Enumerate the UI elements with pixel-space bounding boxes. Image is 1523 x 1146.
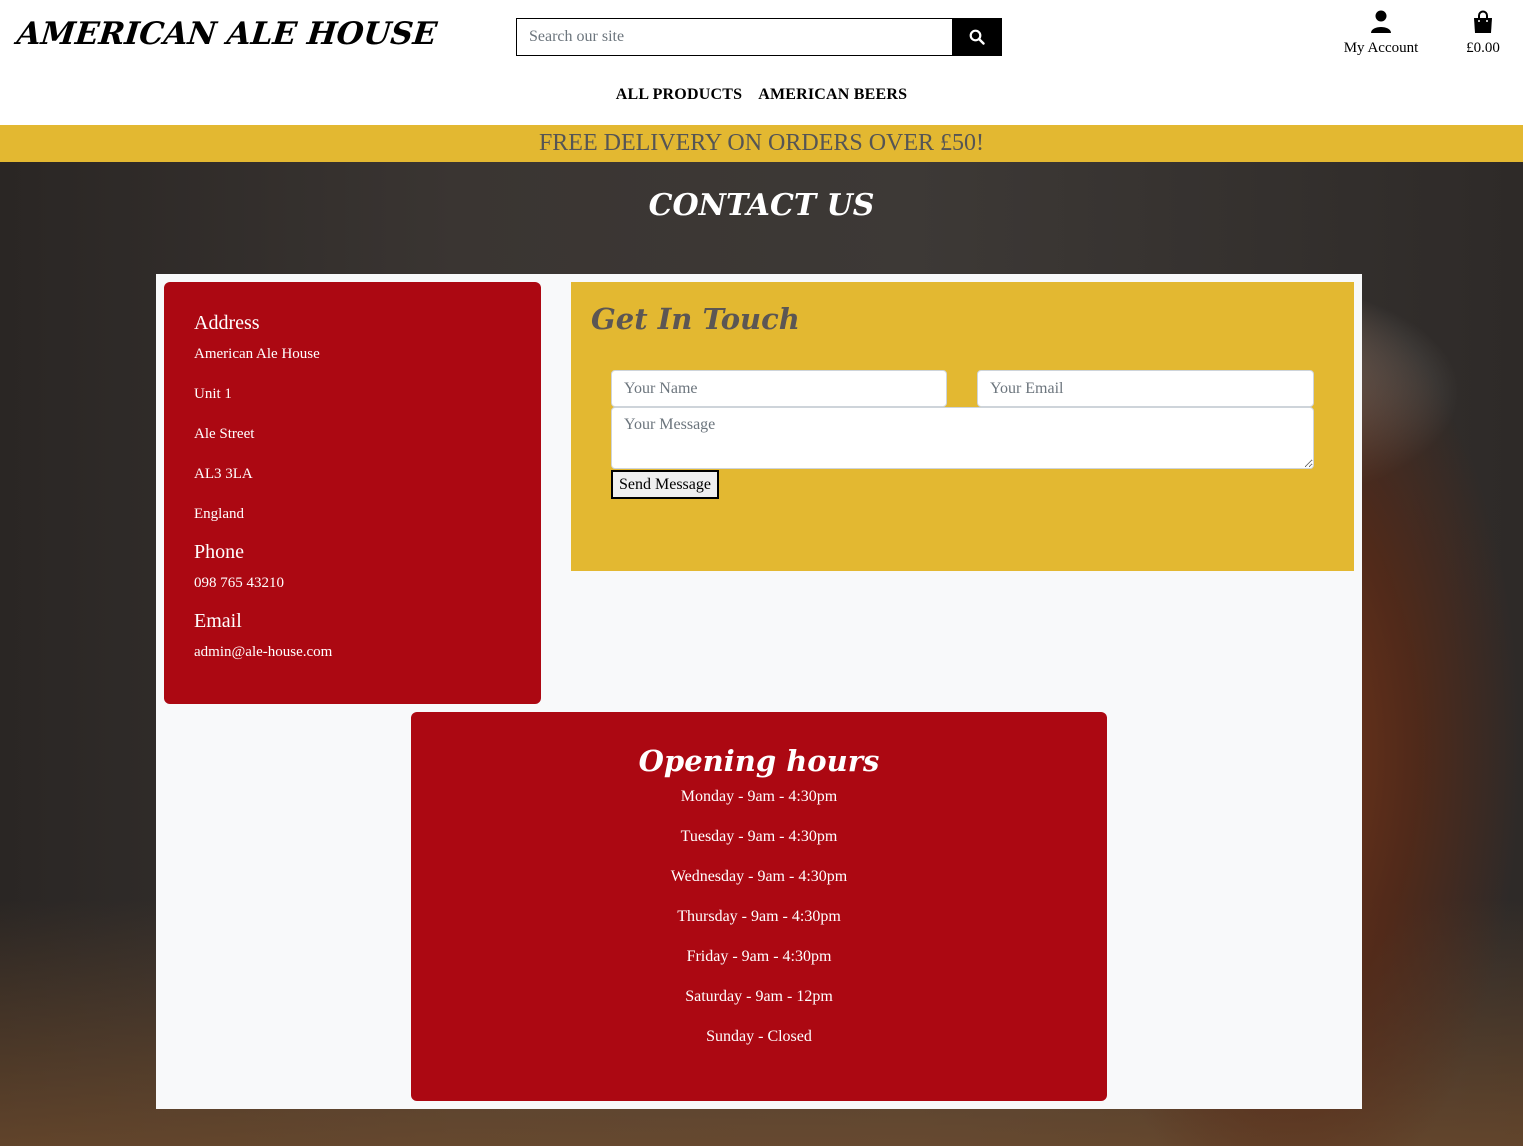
site-logo[interactable]: AMERICAN ALE HOUSE: [15, 16, 439, 52]
nav-item-all-products[interactable]: ALL PRODUCTS: [616, 86, 742, 104]
shopping-bag-link[interactable]: £0.00: [1455, 10, 1511, 57]
address-line: American Ale House: [194, 346, 320, 362]
address-line: Ale Street: [194, 426, 255, 442]
opening-hours-heading: Opening hours: [638, 744, 880, 778]
opening-hours-item: Thursday - 9am - 4:30pm: [677, 908, 841, 925]
send-message-button[interactable]: Send Message: [611, 470, 719, 499]
opening-hours-list: Monday - 9am - 4:30pm Tuesday - 9am - 4:…: [411, 788, 1107, 1046]
my-account-link[interactable]: My Account: [1335, 10, 1427, 57]
opening-hours-item: Friday - 9am - 4:30pm: [686, 948, 832, 965]
phone-heading: Phone: [194, 541, 244, 563]
search-icon: [969, 29, 985, 45]
email-field[interactable]: [977, 370, 1314, 407]
email-address: admin@ale-house.com: [194, 644, 333, 660]
opening-hours-item: Sunday - Closed: [706, 1028, 812, 1045]
shopping-bag-icon: [1474, 10, 1492, 33]
contact-form-heading: Get In Touch: [591, 302, 800, 336]
bag-total: £0.00: [1466, 40, 1500, 56]
contact-info-card: Address American Ale House Unit 1 Ale St…: [164, 282, 541, 704]
email-heading: Email: [194, 610, 242, 632]
address-heading: Address: [194, 312, 260, 334]
opening-hours-card: Opening hours Monday - 9am - 4:30pm Tues…: [411, 712, 1107, 1101]
search-form: [516, 18, 1002, 56]
user-icon: [1371, 10, 1391, 33]
search-input[interactable]: [516, 18, 952, 56]
opening-hours-item: Tuesday - 9am - 4:30pm: [680, 828, 838, 845]
site-header: AMERICAN ALE HOUSE My Account: [0, 0, 1523, 125]
opening-hours-item: Wednesday - 9am - 4:30pm: [670, 868, 848, 885]
message-field[interactable]: [611, 407, 1314, 469]
name-field[interactable]: [611, 370, 947, 407]
phone-number: 098 765 43210: [194, 575, 284, 591]
address-line: Unit 1: [194, 386, 232, 402]
opening-hours-item: Saturday - 9am - 12pm: [685, 988, 833, 1005]
address-line: AL3 3LA: [194, 466, 253, 482]
main-nav: ALL PRODUCTS AMERICAN BEERS: [0, 86, 1523, 104]
my-account-label: My Account: [1343, 40, 1419, 56]
delivery-banner: FREE DELIVERY ON ORDERS OVER £50!: [0, 125, 1523, 162]
opening-hours-item: Monday - 9am - 4:30pm: [680, 788, 838, 805]
address-line: England: [194, 506, 244, 522]
nav-item-american-beers[interactable]: AMERICAN BEERS: [758, 86, 907, 104]
page-title: CONTACT US: [648, 188, 875, 223]
search-button[interactable]: [952, 18, 1002, 56]
contact-form-card: Get In Touch Send Message: [571, 282, 1354, 571]
